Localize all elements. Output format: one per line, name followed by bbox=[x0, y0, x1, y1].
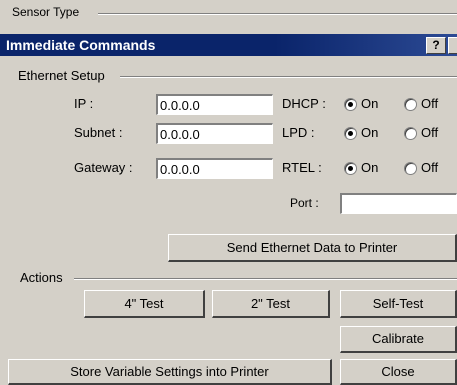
dhcp-on-radio[interactable] bbox=[344, 98, 357, 111]
lpd-on-radio[interactable] bbox=[344, 127, 357, 140]
test-4inch-button[interactable]: 4" Test bbox=[84, 290, 205, 318]
test-2inch-button[interactable]: 2" Test bbox=[212, 290, 330, 318]
dhcp-off-label: Off bbox=[421, 96, 439, 111]
gateway-field[interactable] bbox=[156, 158, 273, 179]
lpd-on-label: On bbox=[361, 125, 379, 140]
self-test-button[interactable]: Self-Test bbox=[340, 290, 457, 318]
subnet-field[interactable] bbox=[156, 123, 273, 144]
dialog-title: Immediate Commands bbox=[6, 37, 156, 53]
rtel-off-label: Off bbox=[421, 160, 439, 175]
lpd-label: LPD : bbox=[282, 125, 315, 140]
sensor-type-label: Sensor Type bbox=[12, 5, 80, 19]
port-field[interactable] bbox=[340, 193, 457, 214]
lpd-off-radio[interactable] bbox=[404, 127, 417, 140]
dhcp-label: DHCP : bbox=[282, 96, 326, 111]
close-window-button[interactable] bbox=[448, 37, 457, 54]
actions-divider bbox=[74, 278, 457, 280]
dhcp-off-radio[interactable] bbox=[404, 98, 417, 111]
rtel-off-radio[interactable] bbox=[404, 162, 417, 175]
ip-label: IP : bbox=[74, 96, 94, 111]
dhcp-on-label: On bbox=[361, 96, 379, 111]
rtel-label: RTEL : bbox=[282, 160, 322, 175]
actions-label: Actions bbox=[20, 270, 63, 285]
rtel-on-radio[interactable] bbox=[344, 162, 357, 175]
ethernet-setup-divider bbox=[120, 76, 457, 78]
store-settings-button[interactable]: Store Variable Settings into Printer bbox=[8, 359, 332, 385]
port-label: Port : bbox=[290, 196, 319, 210]
gateway-label: Gateway : bbox=[74, 160, 133, 175]
lpd-off-label: Off bbox=[421, 125, 439, 140]
dialog-titlebar[interactable]: Immediate Commands ? bbox=[0, 34, 457, 56]
rtel-on-label: On bbox=[361, 160, 379, 175]
sensor-type-divider bbox=[98, 13, 457, 15]
help-button[interactable]: ? bbox=[426, 37, 446, 54]
send-ethernet-data-button[interactable]: Send Ethernet Data to Printer bbox=[168, 234, 457, 262]
radio-selected-dot bbox=[348, 102, 353, 107]
ip-field[interactable] bbox=[156, 94, 273, 115]
radio-selected-dot bbox=[348, 131, 353, 136]
ethernet-setup-label: Ethernet Setup bbox=[18, 68, 105, 83]
subnet-label: Subnet : bbox=[74, 125, 123, 140]
calibrate-button[interactable]: Calibrate bbox=[340, 326, 457, 353]
radio-selected-dot bbox=[348, 166, 353, 171]
close-button[interactable]: Close bbox=[340, 359, 457, 385]
